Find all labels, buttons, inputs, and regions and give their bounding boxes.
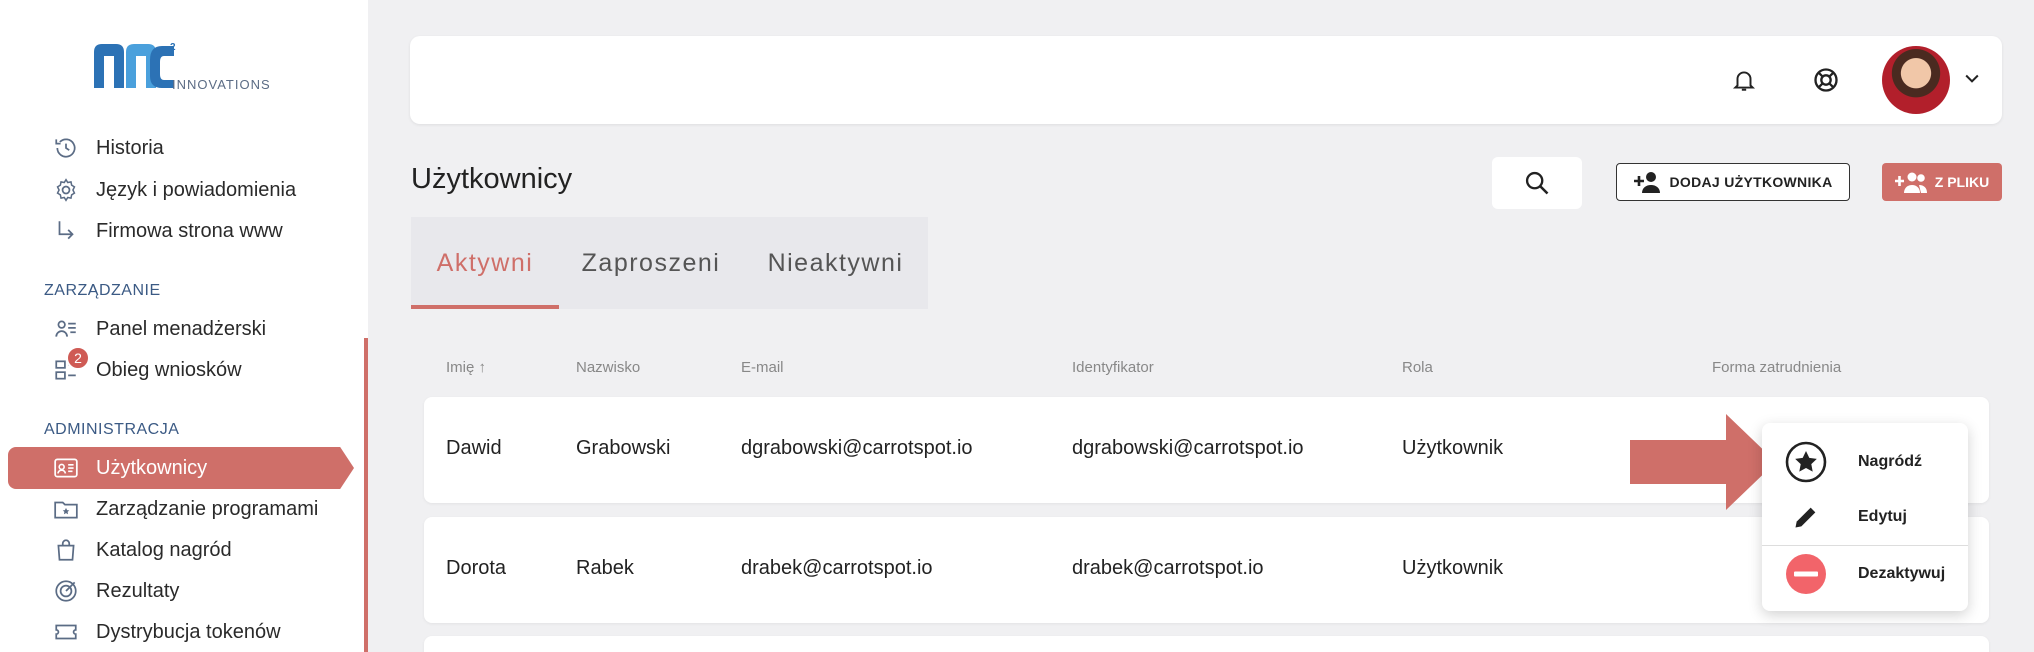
section-label-administration: ADMINISTRACJA xyxy=(44,421,180,438)
tab-inactive[interactable]: Nieaktywni xyxy=(743,217,928,309)
sidebar-item-label: Firmowa strona www xyxy=(96,219,283,242)
folder-star-icon xyxy=(52,495,80,523)
column-header-role[interactable]: Rola xyxy=(1402,359,1433,376)
column-header-email[interactable]: E-mail xyxy=(741,359,784,376)
column-header-last-name[interactable]: Nazwisko xyxy=(576,359,640,376)
add-user-label: DODAJ UŻYTKOWNIKA xyxy=(1669,174,1833,190)
table-row[interactable]: Dorota Rabek drabek@carrotspot.io drabek… xyxy=(424,517,1989,623)
history-icon xyxy=(52,134,80,162)
notification-badge: 2 xyxy=(66,346,90,370)
cell-identifier: dgrabowski@carrotspot.io xyxy=(1072,437,1304,459)
minus-circle-icon xyxy=(1784,552,1828,596)
sidebar-scroll-accent xyxy=(364,338,368,652)
top-bar xyxy=(410,36,2002,124)
cell-last-name: Grabowski xyxy=(576,437,671,459)
sidebar-item-label: Język i powiadomienia xyxy=(96,178,297,201)
person-add-icon xyxy=(1633,172,1660,193)
sidebar-item-label: Historia xyxy=(96,136,164,159)
shopping-bag-icon xyxy=(52,536,80,564)
column-header-first-name[interactable]: Imię ↑ xyxy=(446,359,486,376)
sidebar-item-users[interactable]: Użytkownicy xyxy=(52,448,207,488)
pencil-icon xyxy=(1784,495,1828,539)
sidebar-item-label: Użytkownicy xyxy=(96,456,208,479)
menu-item-reward[interactable]: Nagródź xyxy=(1762,435,1968,489)
chevron-down-icon[interactable] xyxy=(1962,68,1982,93)
page-title: Użytkownicy xyxy=(411,163,573,195)
tab-active[interactable]: Aktywni xyxy=(411,217,559,309)
sidebar-item-reward-catalog[interactable]: Katalog nagród xyxy=(52,530,232,570)
manager-list-icon xyxy=(52,315,80,343)
sidebar-item-programs[interactable]: Zarządzanie programami xyxy=(52,489,318,529)
cell-first-name: Dorota xyxy=(446,557,507,579)
search-icon xyxy=(1525,171,1549,195)
cell-email: dgrabowski@carrotspot.io xyxy=(741,437,973,459)
target-icon xyxy=(52,577,80,605)
support-lifebuoy-icon[interactable] xyxy=(1808,62,1844,98)
table-row[interactable] xyxy=(424,636,1989,652)
cell-identifier: drabek@carrotspot.io xyxy=(1072,557,1264,579)
star-circle-icon xyxy=(1784,440,1828,484)
group-add-icon xyxy=(1894,172,1927,193)
annotation-arrow-icon xyxy=(1630,414,1776,510)
user-status-tabs: Aktywni Zaproszeni Nieaktywni xyxy=(411,217,928,309)
ticket-icon xyxy=(52,618,80,646)
sidebar-item-language[interactable]: Język i powiadomienia xyxy=(52,170,296,210)
logo-text: INNOVATIONS xyxy=(172,77,271,92)
sidebar-item-label: Katalog nagród xyxy=(96,538,232,561)
tab-invited[interactable]: Zaproszeni xyxy=(559,217,743,309)
section-label-management: ZARZĄDZANIE xyxy=(44,282,161,299)
gear-icon xyxy=(52,176,80,204)
cell-last-name: Rabek xyxy=(576,557,634,579)
sidebar-item-history[interactable]: Historia xyxy=(52,128,164,168)
menu-item-deactivate[interactable]: Dezaktywuj xyxy=(1762,547,1968,601)
import-from-file-button[interactable]: Z PLIKU xyxy=(1882,163,2002,201)
sidebar: 2 INNOVATIONS Historia Język i powiadomi… xyxy=(0,0,368,652)
sidebar-item-company-website[interactable]: Firmowa strona www xyxy=(52,211,283,251)
sidebar-item-manager-panel[interactable]: Panel menadżerski xyxy=(52,309,266,349)
sidebar-item-results[interactable]: Rezultaty xyxy=(52,571,179,611)
menu-item-edit[interactable]: Edytuj xyxy=(1762,490,1968,544)
sidebar-item-token-distribution[interactable]: Dystrybucja tokenów xyxy=(52,612,281,652)
sidebar-item-label: Rezultaty xyxy=(96,579,180,602)
sidebar-item-label: Dystrybucja tokenów xyxy=(96,620,281,643)
subdirectory-arrow-icon xyxy=(52,217,80,245)
row-actions-menu: Nagródź Edytuj Dezaktywuj xyxy=(1762,423,1968,611)
from-file-label: Z PLIKU xyxy=(1934,174,1990,190)
search-button[interactable] xyxy=(1492,157,1582,209)
logo-icon xyxy=(94,44,174,88)
company-logo[interactable]: 2 INNOVATIONS xyxy=(90,40,290,100)
menu-item-label: Dezaktywuj xyxy=(1858,565,1946,582)
logo-superscript: 2 xyxy=(170,42,176,53)
menu-item-label: Edytuj xyxy=(1858,508,1907,525)
user-avatar[interactable] xyxy=(1882,46,1950,114)
bell-icon[interactable] xyxy=(1726,62,1762,98)
column-header-identifier[interactable]: Identyfikator xyxy=(1072,359,1154,376)
add-user-button[interactable]: DODAJ UŻYTKOWNIKA xyxy=(1616,163,1850,201)
sidebar-item-label: Zarządzanie programami xyxy=(96,497,319,520)
sidebar-item-label: Panel menadżerski xyxy=(96,317,267,340)
column-header-employment-type[interactable]: Forma zatrudnienia xyxy=(1712,359,1841,376)
menu-item-label: Nagródź xyxy=(1858,453,1922,470)
cell-role: Użytkownik xyxy=(1402,557,1504,579)
cell-first-name: Dawid xyxy=(446,437,502,459)
menu-divider xyxy=(1762,545,1968,546)
id-card-icon xyxy=(52,454,80,482)
cell-email: drabek@carrotspot.io xyxy=(741,557,933,579)
sidebar-item-label: Obieg wniosków xyxy=(96,358,242,381)
cell-role: Użytkownik xyxy=(1402,437,1504,459)
